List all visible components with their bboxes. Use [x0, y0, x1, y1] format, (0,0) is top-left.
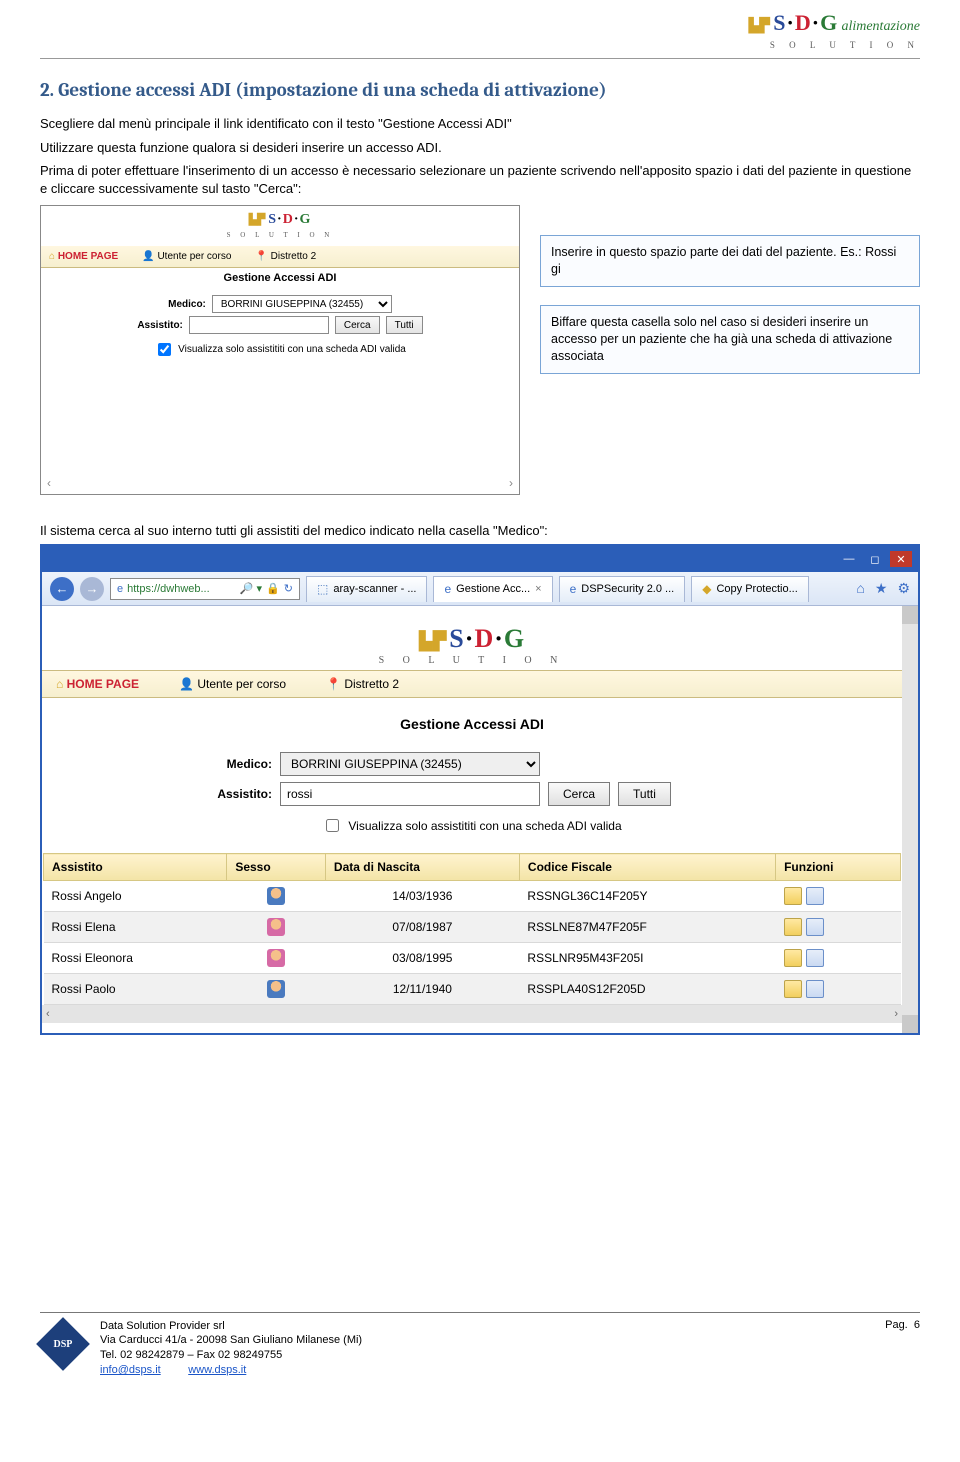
- cell-dob: 12/11/1940: [325, 974, 519, 1005]
- screenshot-browser: — ◻ ✕ ← → e https://dwhweb... 🔎 ▾ 🔒 ↻ ⬚a…: [40, 544, 920, 1035]
- medico-select[interactable]: BORRINI GIUSEPPINA (32455): [212, 295, 392, 313]
- cell-cf: RSSLNR95M43F205I: [519, 943, 775, 974]
- tab-4[interactable]: ◆Copy Protectio...: [691, 576, 809, 602]
- page-label: Pag.: [885, 1319, 908, 1331]
- tutti-button[interactable]: Tutti: [618, 782, 671, 806]
- assistito-input[interactable]: [280, 782, 540, 806]
- folder-icon[interactable]: [784, 887, 802, 905]
- medico-label: Medico:: [192, 757, 272, 771]
- cell-name: Rossi Eleonora: [44, 943, 227, 974]
- window-maximize-button[interactable]: ◻: [864, 551, 886, 567]
- results-table: Assistito Sesso Data di Nascita Codice F…: [43, 853, 901, 1005]
- edit-icon[interactable]: [806, 949, 824, 967]
- page-footer: DSP Data Solution Provider srl Via Cardu…: [40, 1312, 920, 1390]
- home-link[interactable]: ⌂ HOME PAGE: [56, 677, 139, 691]
- medico-select[interactable]: BORRINI GIUSEPPINA (32455): [280, 752, 540, 776]
- edit-icon[interactable]: [806, 887, 824, 905]
- company-address: Via Carducci 41/a - 20098 San Giuliano M…: [100, 1334, 362, 1346]
- col-assistito: Assistito: [44, 854, 227, 881]
- scrollbar-hint[interactable]: ‹›: [47, 476, 513, 490]
- valid-scheda-checkbox[interactable]: [326, 819, 339, 832]
- header-logo-area: ▙▛ S·D·G alimentazione S O L U T I O N: [40, 0, 920, 54]
- lock-icon: 🔒: [266, 582, 280, 595]
- cerca-button[interactable]: Cerca: [335, 316, 380, 334]
- company-name: Data Solution Provider srl: [100, 1320, 225, 1332]
- cell-cf: RSSNGL36C14F205Y: [519, 881, 775, 912]
- table-row: Rossi Elena 07/08/1987RSSLNE87M47F205F: [44, 912, 901, 943]
- tab-3[interactable]: eDSPSecurity 2.0 ...: [559, 576, 686, 602]
- edit-icon[interactable]: [806, 918, 824, 936]
- caption-results: Il sistema cerca al suo interno tutti gl…: [40, 523, 920, 538]
- horizontal-scrollbar[interactable]: ‹›: [42, 1005, 902, 1023]
- cerca-button[interactable]: Cerca: [548, 782, 610, 806]
- cell-name: Rossi Paolo: [44, 974, 227, 1005]
- mail-link[interactable]: info@dsps.it: [100, 1364, 161, 1376]
- edit-icon[interactable]: [806, 980, 824, 998]
- col-sesso: Sesso: [227, 854, 326, 881]
- assistito-label: Assistito:: [192, 787, 272, 801]
- gender-icon: [267, 887, 285, 905]
- col-nascita: Data di Nascita: [325, 854, 519, 881]
- cell-name: Rossi Angelo: [44, 881, 227, 912]
- cell-dob: 07/08/1987: [325, 912, 519, 943]
- back-button[interactable]: ←: [50, 577, 74, 601]
- medico-label: Medico:: [168, 299, 206, 310]
- cell-cf: RSSLNE87M47F205F: [519, 912, 775, 943]
- vertical-scrollbar[interactable]: [902, 606, 918, 1033]
- gender-icon: [267, 980, 285, 998]
- col-cf: Codice Fiscale: [519, 854, 775, 881]
- tools-icon[interactable]: ⚙: [897, 580, 910, 597]
- assistito-input[interactable]: [189, 316, 329, 334]
- favorites-icon[interactable]: ★: [875, 580, 888, 597]
- paragraph-2: Utilizzare questa funzione qualora si de…: [40, 139, 920, 157]
- company-tel: Tel. 02 98242879 – Fax 02 98249755: [100, 1349, 282, 1361]
- screenshot-small: ▙▛ S·D·G S O L U T I O N ⌂ HOME PAGE 👤 U…: [40, 205, 520, 495]
- table-row: Rossi Paolo 12/11/1940RSSPLA40S12F205D: [44, 974, 901, 1005]
- assistito-label: Assistito:: [137, 320, 183, 331]
- checkbox-label: Visualizza solo assistititi con una sche…: [178, 344, 406, 355]
- cell-cf: RSSPLA40S12F205D: [519, 974, 775, 1005]
- cell-dob: 14/03/1936: [325, 881, 519, 912]
- refresh-icon[interactable]: ↻: [284, 582, 293, 595]
- site-link[interactable]: www.dsps.it: [188, 1364, 246, 1376]
- paragraph-1: Scegliere dal menù principale il link id…: [40, 115, 920, 133]
- tab-close-icon[interactable]: ×: [535, 583, 541, 595]
- footer-logo: DSP: [36, 1317, 90, 1371]
- window-minimize-button[interactable]: —: [838, 551, 860, 567]
- address-field[interactable]: e https://dwhweb... 🔎 ▾ 🔒 ↻: [110, 578, 300, 600]
- forward-button[interactable]: →: [80, 577, 104, 601]
- tutti-button[interactable]: Tutti: [386, 316, 423, 334]
- page-number: 6: [914, 1319, 920, 1331]
- tab-2-active[interactable]: eGestione Acc... ×: [433, 576, 552, 602]
- folder-icon[interactable]: [784, 980, 802, 998]
- ie-icon: e: [117, 583, 123, 595]
- panel-title: Gestione Accessi ADI: [41, 268, 519, 292]
- window-close-button[interactable]: ✕: [890, 551, 912, 567]
- district-menu[interactable]: 📍 Distretto 2: [326, 677, 399, 691]
- cell-name: Rossi Elena: [44, 912, 227, 943]
- home-icon[interactable]: ⌂: [856, 580, 864, 597]
- tab-1[interactable]: ⬚aray-scanner - ...: [306, 576, 427, 602]
- home-link[interactable]: ⌂ HOME PAGE: [49, 251, 118, 262]
- user-menu[interactable]: 👤 Utente per corso: [142, 251, 231, 262]
- table-row: Rossi Eleonora 03/08/1995RSSLNR95M43F205I: [44, 943, 901, 974]
- callout-1: Inserire in questo spazio parte dei dati…: [540, 235, 920, 287]
- district-menu[interactable]: 📍 Distretto 2: [255, 251, 316, 262]
- cell-dob: 03/08/1995: [325, 943, 519, 974]
- user-menu[interactable]: 👤 Utente per corso: [179, 677, 286, 691]
- folder-icon[interactable]: [784, 918, 802, 936]
- col-funzioni: Funzioni: [776, 854, 901, 881]
- gender-icon: [267, 918, 285, 936]
- paragraph-3: Prima di poter effettuare l'inserimento …: [40, 162, 920, 197]
- folder-icon[interactable]: [784, 949, 802, 967]
- gender-icon: [267, 949, 285, 967]
- section-heading: 2. Gestione accessi ADI (impostazione di…: [40, 79, 920, 101]
- callout-2: Biffare questa casella solo nel caso si …: [540, 305, 920, 374]
- valid-scheda-checkbox[interactable]: [158, 343, 171, 356]
- table-row: Rossi Angelo 14/03/1936RSSNGL36C14F205Y: [44, 881, 901, 912]
- panel-title: Gestione Accessi ADI: [42, 698, 902, 746]
- checkbox-label: Visualizza solo assistititi con una sche…: [348, 819, 621, 833]
